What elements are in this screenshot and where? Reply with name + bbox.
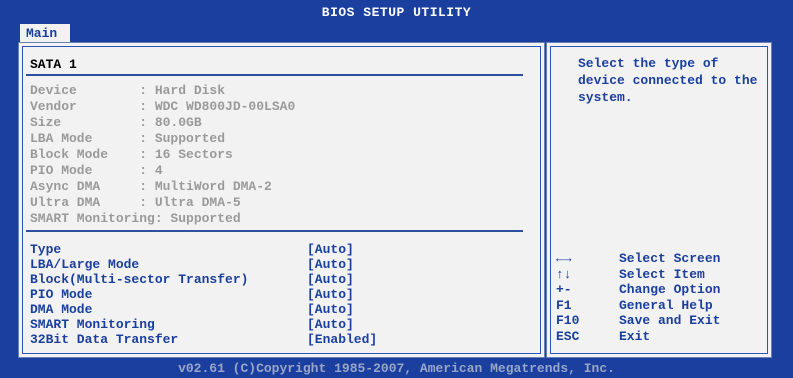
setting-value[interactable]: [Auto] <box>307 287 354 302</box>
main-panel: SATA 1 Device : Hard Disk Vendor : WDC W… <box>18 42 545 358</box>
setting-pio-mode[interactable]: PIO Mode [Auto] <box>30 287 430 302</box>
key-label: F1 <box>556 297 572 313</box>
setting-type[interactable]: Type [Auto] <box>30 242 430 257</box>
key-row-save-exit: F10 Save and Exit <box>556 313 720 329</box>
setting-value[interactable]: [Auto] <box>307 242 354 257</box>
settings-list: Type [Auto] LBA/Large Mode [Auto] Block(… <box>30 242 430 347</box>
up-down-arrows-icon: ↑↓ <box>556 266 572 282</box>
setting-value[interactable]: [Auto] <box>307 257 354 272</box>
key-description: Save and Exit <box>619 313 721 328</box>
info-smart-monitoring: SMART Monitoring: Supported <box>30 211 241 226</box>
tab-main[interactable]: Main <box>20 24 70 42</box>
key-legend: ←→ Select Screen ↑↓ Select Item +- Chang… <box>556 251 720 345</box>
key-label: ESC <box>556 328 580 344</box>
left-right-arrows-icon: ←→ <box>556 251 572 266</box>
setting-block-transfer[interactable]: Block(Multi-sector Transfer) [Auto] <box>30 272 430 287</box>
setting-dma-mode[interactable]: DMA Mode [Auto] <box>30 302 430 317</box>
copyright-footer: v02.61 (C)Copyright 1985-2007, American … <box>178 361 615 376</box>
setting-label: PIO Mode <box>30 287 93 302</box>
setting-label: Block(Multi-sector Transfer) <box>30 272 249 287</box>
info-lba-mode: LBA Mode : Supported <box>30 131 226 146</box>
setting-label: LBA/Large Mode <box>30 257 140 272</box>
key-label: F10 <box>556 313 580 328</box>
setting-value[interactable]: [Enabled] <box>307 332 377 347</box>
key-row-exit: ESC Exit <box>556 328 650 345</box>
key-row-select-screen: ←→ Select Screen <box>556 251 720 267</box>
setting-value[interactable]: [Auto] <box>307 317 354 332</box>
bios-title: BIOS SETUP UTILITY <box>321 5 472 20</box>
key-row-general-help: F1 General Help <box>556 297 713 314</box>
key-description: General Help <box>619 297 713 313</box>
info-size: Size : 80.0GB <box>30 115 202 130</box>
key-label: +- <box>556 282 572 297</box>
setting-value[interactable]: [Auto] <box>307 272 354 287</box>
setting-lba-large-mode[interactable]: LBA/Large Mode [Auto] <box>30 257 430 272</box>
section-title: SATA 1 <box>30 57 77 72</box>
setting-32bit-transfer[interactable]: 32Bit Data Transfer [Enabled] <box>30 332 430 347</box>
setting-label: 32Bit Data Transfer <box>30 332 179 347</box>
setting-value[interactable]: [Auto] <box>307 302 354 317</box>
setting-label: SMART Monitoring <box>30 317 155 332</box>
info-block-mode: Block Mode : 16 Sectors <box>30 147 233 162</box>
setting-smart-monitoring[interactable]: SMART Monitoring [Auto] <box>30 317 430 332</box>
key-row-select-item: ↑↓ Select Item <box>556 266 705 283</box>
info-async-dma: Async DMA : MultiWord DMA-2 <box>30 179 272 194</box>
divider <box>26 230 523 232</box>
divider <box>26 74 523 76</box>
info-pio-mode: PIO Mode : 4 <box>30 163 163 178</box>
info-ultra-dma: Ultra DMA : Ultra DMA-5 <box>30 195 241 210</box>
device-info: Device : Hard Disk Vendor : WDC WD800JD-… <box>30 83 295 227</box>
key-description: Select Item <box>619 266 705 282</box>
help-panel: Select the type of device connected to t… <box>546 42 772 358</box>
setting-label: DMA Mode <box>30 302 93 317</box>
key-row-change-option: +- Change Option <box>556 282 720 298</box>
help-text: Select the type of device connected to t… <box>578 56 758 105</box>
key-description: Change Option <box>619 282 721 297</box>
info-device: Device : Hard Disk <box>30 83 226 98</box>
key-description: Exit <box>619 328 651 344</box>
key-description: Select Screen <box>619 251 721 266</box>
info-vendor: Vendor : WDC WD800JD-00LSA0 <box>30 99 296 114</box>
setting-label: Type <box>30 242 62 257</box>
